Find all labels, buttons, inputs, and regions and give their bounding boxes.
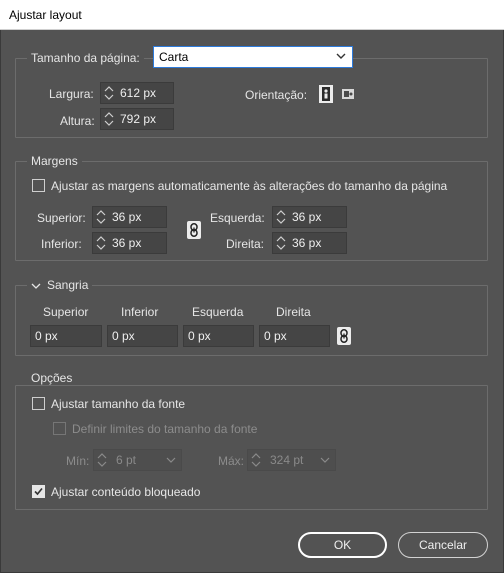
- margin-top-stepper[interactable]: 36 px: [92, 206, 167, 228]
- margin-bottom-stepper[interactable]: 36 px: [92, 232, 167, 254]
- adjust-locked-content-checkbox[interactable]: [32, 485, 45, 498]
- bleed-left-field[interactable]: 0 px: [183, 325, 254, 347]
- min-font-size-value: 6 pt: [116, 453, 137, 467]
- orientation-label: Orientação:: [245, 88, 308, 102]
- page-size-select[interactable]: Carta: [153, 46, 353, 68]
- max-font-size-stepper[interactable]: 324 pt: [247, 449, 336, 471]
- chevron-down-icon: [336, 53, 346, 59]
- bleed-bottom-value: 0 px: [112, 329, 135, 343]
- bleed-left-label: Esquerda: [192, 305, 244, 319]
- margin-left-value: 36 px: [292, 210, 322, 224]
- margin-right-label: Direita:: [226, 237, 265, 251]
- landscape-orientation-icon[interactable]: [341, 85, 355, 103]
- max-font-label: Máx:: [218, 454, 245, 468]
- margin-bottom-label: Inferior:: [41, 237, 82, 251]
- margin-right-value: 36 px: [292, 236, 322, 250]
- margin-top-value: 36 px: [112, 210, 142, 224]
- min-font-label: Mín:: [66, 454, 90, 468]
- bleed-bottom-field[interactable]: 0 px: [107, 325, 178, 347]
- margin-link-button[interactable]: [187, 221, 201, 239]
- adjust-locked-content-label[interactable]: Ajustar conteúdo bloqueado: [51, 485, 200, 499]
- portrait-orientation-icon[interactable]: [319, 85, 333, 103]
- stepper-arrows-icon[interactable]: [275, 208, 287, 226]
- chain-link-icon: [190, 223, 198, 237]
- height-label: Altura:: [60, 114, 95, 128]
- stepper-arrows-icon[interactable]: [95, 208, 107, 226]
- adjust-font-size-checkbox[interactable]: [32, 397, 45, 410]
- bleed-top-field[interactable]: 0 px: [30, 325, 102, 347]
- width-value: 612 px: [120, 86, 157, 100]
- margin-top-label: Superior:: [37, 211, 86, 225]
- chevron-down-icon[interactable]: [31, 281, 41, 291]
- margins-legend: Margens: [27, 154, 82, 168]
- stepper-arrows-icon[interactable]: [96, 451, 108, 469]
- ok-button[interactable]: OK: [298, 532, 387, 558]
- bleed-top-label: Superior: [43, 305, 89, 319]
- auto-adjust-margins-checkbox[interactable]: [32, 179, 45, 192]
- font-limits-label[interactable]: Definir limites do tamanho da fonte: [72, 422, 257, 436]
- bleed-bottom-label: Inferior: [121, 305, 159, 319]
- bleed-right-field[interactable]: 0 px: [259, 325, 330, 347]
- auto-adjust-margins-label[interactable]: Ajustar as margens automaticamente às al…: [51, 179, 447, 193]
- stepper-arrows-icon[interactable]: [103, 84, 115, 102]
- page-size-label: Tamanho da página:: [27, 51, 144, 65]
- bleed-legend-wrap[interactable]: Sangria: [27, 278, 93, 292]
- chain-link-icon: [340, 329, 348, 343]
- width-label: Largura:: [49, 87, 94, 101]
- stepper-arrows-icon[interactable]: [95, 234, 107, 252]
- page-size-value: Carta: [159, 50, 189, 64]
- stepper-arrows-icon[interactable]: [103, 110, 115, 128]
- height-stepper[interactable]: 792 px: [100, 108, 174, 130]
- width-stepper[interactable]: 612 px: [100, 82, 174, 104]
- max-font-size-value: 324 pt: [270, 453, 304, 467]
- adjust-font-size-label[interactable]: Ajustar tamanho da fonte: [51, 397, 185, 411]
- stepper-arrows-icon[interactable]: [275, 234, 287, 252]
- chevron-down-icon: [320, 457, 330, 463]
- margin-left-stepper[interactable]: 36 px: [272, 206, 347, 228]
- options-legend: Opções: [27, 371, 77, 385]
- height-value: 792 px: [120, 112, 157, 126]
- margin-right-stepper[interactable]: 36 px: [272, 232, 347, 254]
- font-limits-checkbox[interactable]: [53, 422, 66, 435]
- bleed-right-value: 0 px: [264, 329, 287, 343]
- bleed-top-value: 0 px: [35, 329, 58, 343]
- bleed-right-label: Direita: [276, 305, 311, 319]
- bleed-legend: Sangria: [47, 278, 89, 292]
- checkmark-icon: [34, 487, 43, 496]
- margin-left-label: Esquerda:: [210, 211, 265, 225]
- margin-bottom-value: 36 px: [112, 236, 142, 250]
- chevron-down-icon: [166, 457, 176, 463]
- stepper-arrows-icon[interactable]: [250, 451, 262, 469]
- min-font-size-stepper[interactable]: 6 pt: [93, 449, 182, 471]
- bleed-left-value: 0 px: [188, 329, 211, 343]
- cancel-button[interactable]: Cancelar: [398, 532, 488, 558]
- bleed-link-button[interactable]: [337, 327, 351, 345]
- window-title: Ajustar layout: [9, 8, 82, 22]
- title-bar: Ajustar layout: [0, 0, 504, 30]
